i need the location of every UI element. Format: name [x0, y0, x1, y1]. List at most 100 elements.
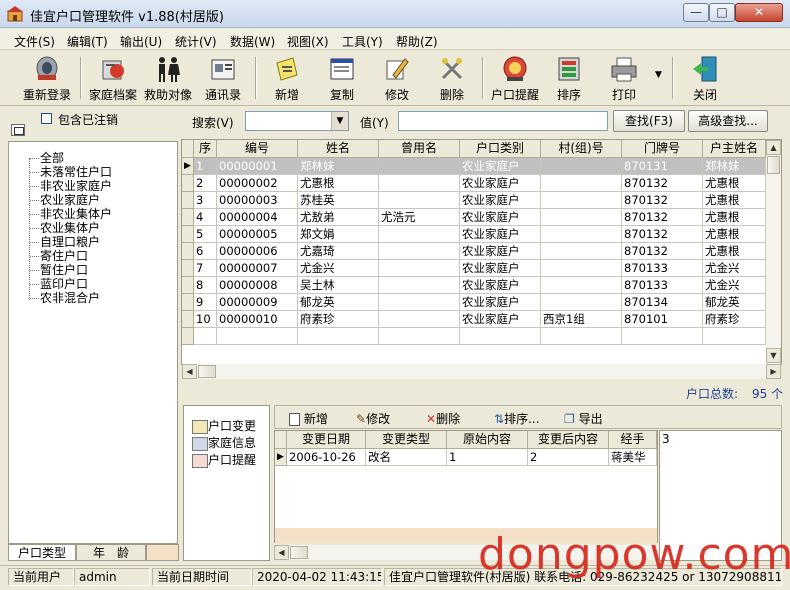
- print-dropdown-arrow-icon[interactable]: ▼: [655, 70, 662, 80]
- copy-button[interactable]: 复制: [315, 55, 369, 103]
- advanced-find-button[interactable]: 高级查找...: [688, 110, 768, 132]
- grid-cell[interactable]: 00000009: [217, 294, 298, 311]
- grid-cell[interactable]: 6: [194, 243, 217, 260]
- grid-cell[interactable]: 00000010: [217, 311, 298, 328]
- menu-output[interactable]: 输出(U): [120, 33, 162, 50]
- column-header[interactable]: 变更后内容: [528, 431, 609, 449]
- grid-cell[interactable]: 870132: [622, 192, 703, 209]
- sub-grid-cell[interactable]: 改名: [366, 449, 447, 466]
- grid-cell[interactable]: 4: [194, 209, 217, 226]
- tree-item[interactable]: 农非混合户: [40, 291, 100, 305]
- grid-cell[interactable]: 郁龙英: [298, 294, 379, 311]
- grid-cell[interactable]: 尤金兴: [298, 260, 379, 277]
- grid-cell[interactable]: 农业家庭户: [460, 209, 541, 226]
- tree-item[interactable]: 寄住户口: [40, 249, 88, 263]
- tree-item[interactable]: 非农业家庭户: [40, 179, 112, 193]
- grid-cell[interactable]: 农业家庭户: [460, 260, 541, 277]
- grid-cell[interactable]: 郑林妹: [703, 158, 766, 175]
- grid-cell[interactable]: [379, 192, 460, 209]
- grid-cell[interactable]: 10: [194, 311, 217, 328]
- grid-cell[interactable]: 尤惠根: [703, 175, 766, 192]
- grid-cell[interactable]: 870131: [622, 158, 703, 175]
- household-change-item[interactable]: 户口变更: [192, 417, 256, 434]
- grid-cell[interactable]: 870133: [622, 277, 703, 294]
- relogin-button[interactable]: 重新登录: [20, 55, 74, 103]
- grid-cell[interactable]: [379, 158, 460, 175]
- household-reminder-item[interactable]: 户口提醒: [192, 451, 256, 468]
- grid-cell[interactable]: 5: [194, 226, 217, 243]
- grid-cell[interactable]: [541, 158, 622, 175]
- column-header[interactable]: 姓名: [298, 140, 379, 158]
- column-header[interactable]: 编号: [217, 140, 298, 158]
- menu-file[interactable]: 文件(S): [14, 33, 55, 50]
- tab-age[interactable]: 年 龄: [76, 544, 146, 561]
- grid-cell[interactable]: [541, 277, 622, 294]
- scroll-right-icon[interactable]: ▶: [766, 364, 781, 379]
- grid-cell[interactable]: [541, 192, 622, 209]
- sub-grid-cell[interactable]: 蒋美华: [609, 449, 657, 466]
- grid-cell[interactable]: 00000006: [217, 243, 298, 260]
- column-header[interactable]: 变更日期: [287, 431, 366, 449]
- sub-grid-cell[interactable]: 1: [447, 449, 528, 466]
- row-indicator[interactable]: [182, 311, 194, 328]
- grid-cell[interactable]: 尤惠根: [703, 209, 766, 226]
- row-indicator[interactable]: [182, 243, 194, 260]
- scroll-left-icon[interactable]: ◀: [182, 364, 197, 379]
- column-header[interactable]: 变更类型: [366, 431, 447, 449]
- grid-cell[interactable]: 00000003: [217, 192, 298, 209]
- column-header[interactable]: 原始内容: [447, 431, 528, 449]
- add-button[interactable]: 新增: [260, 55, 314, 103]
- relief-people-button[interactable]: 救助对像: [141, 55, 195, 103]
- grid-cell[interactable]: 吴土林: [298, 277, 379, 294]
- grid-cell[interactable]: 870132: [622, 175, 703, 192]
- delete-button[interactable]: 删除: [425, 55, 479, 103]
- column-header[interactable]: 户口类别: [460, 140, 541, 158]
- grid-cell[interactable]: [541, 260, 622, 277]
- horizontal-scroll-thumb[interactable]: [290, 546, 308, 559]
- grid-cell[interactable]: 西京1组: [541, 311, 622, 328]
- change-add-button[interactable]: 新增: [289, 410, 328, 427]
- menu-stats[interactable]: 统计(V): [175, 33, 217, 50]
- grid-cell[interactable]: 3: [194, 192, 217, 209]
- grid-cell[interactable]: 郑林妹: [298, 158, 379, 175]
- sub-grid-cell[interactable]: 2: [528, 449, 609, 466]
- collapse-panel-icon[interactable]: [11, 124, 25, 136]
- grid-cell[interactable]: 农业家庭户: [460, 192, 541, 209]
- grid-cell[interactable]: 尤惠根: [703, 243, 766, 260]
- grid-cell[interactable]: 870132: [622, 243, 703, 260]
- column-header[interactable]: 户主姓名: [703, 140, 766, 158]
- menu-edit[interactable]: 编辑(T): [67, 33, 108, 50]
- grid-cell[interactable]: [379, 294, 460, 311]
- grid-cell[interactable]: 尤金兴: [703, 260, 766, 277]
- row-indicator[interactable]: [182, 175, 194, 192]
- tree-item[interactable]: 未落常住户口: [40, 165, 112, 179]
- grid-cell[interactable]: 00000002: [217, 175, 298, 192]
- scroll-down-icon[interactable]: ▼: [766, 348, 781, 363]
- grid-cell[interactable]: 00000004: [217, 209, 298, 226]
- grid-cell[interactable]: 870133: [622, 260, 703, 277]
- current-row-marker-icon[interactable]: ▶: [182, 158, 194, 175]
- grid-cell[interactable]: 府素珍: [298, 311, 379, 328]
- scroll-left-icon[interactable]: ◀: [274, 545, 289, 560]
- grid-cell[interactable]: 00000007: [217, 260, 298, 277]
- grid-cell[interactable]: [541, 243, 622, 260]
- edit-button[interactable]: 修改: [370, 55, 424, 103]
- grid-cell[interactable]: 00000001: [217, 158, 298, 175]
- grid-cell[interactable]: 农业家庭户: [460, 277, 541, 294]
- chevron-down-icon[interactable]: ▼: [331, 112, 348, 130]
- grid-cell[interactable]: [379, 226, 460, 243]
- tree-item[interactable]: 蓝印户口: [40, 277, 88, 291]
- grid-cell[interactable]: 苏桂英: [298, 192, 379, 209]
- grid-cell[interactable]: 8: [194, 277, 217, 294]
- address-book-button[interactable]: 通讯录: [196, 55, 250, 103]
- grid-cell[interactable]: 尤浩元: [379, 209, 460, 226]
- exit-button[interactable]: 关闭: [678, 55, 732, 103]
- find-button[interactable]: 查找(F3): [613, 110, 685, 132]
- vertical-scroll-thumb[interactable]: [767, 156, 780, 174]
- grid-cell[interactable]: 农业家庭户: [460, 243, 541, 260]
- column-header[interactable]: 村(组)号: [541, 140, 622, 158]
- grid-cell[interactable]: 2: [194, 175, 217, 192]
- grid-cell[interactable]: 870134: [622, 294, 703, 311]
- row-indicator[interactable]: [182, 294, 194, 311]
- sort-button[interactable]: 排序: [542, 55, 596, 103]
